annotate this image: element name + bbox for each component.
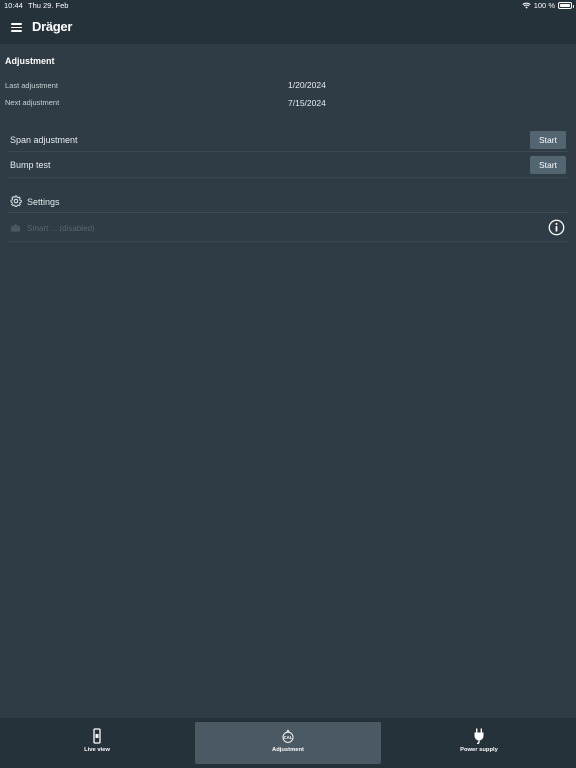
nav-adjustment-label: Adjustment	[272, 747, 304, 753]
page-title: Adjustment	[5, 56, 55, 66]
status-time: 10:44	[4, 1, 23, 10]
settings-header: Settings	[0, 193, 576, 211]
next-adjustment-label: Next adjustment	[5, 98, 60, 107]
divider	[8, 151, 568, 152]
nav-live-view[interactable]: Live view	[4, 722, 190, 764]
bump-test-start-button[interactable]: Start	[530, 156, 566, 174]
last-adjustment-value: 1/20/2024	[288, 80, 326, 90]
disabled-option-label: Smart ... (disabled)	[27, 224, 95, 233]
svg-text:CAL: CAL	[284, 735, 293, 740]
next-adjustment-value: 7/15/2024	[288, 98, 326, 108]
battery-icon	[558, 2, 574, 9]
span-adjustment-start-button[interactable]: Start	[530, 131, 566, 149]
span-adjustment-label: Span adjustment	[10, 135, 78, 145]
divider	[8, 212, 568, 213]
device-icon	[93, 728, 101, 744]
plug-icon	[474, 728, 484, 744]
wifi-icon	[522, 2, 531, 9]
app-bar: Dräger	[0, 12, 576, 44]
option-icon	[10, 223, 21, 232]
nav-power-supply-label: Power supply	[460, 747, 498, 753]
bump-test-row: Bump test Start	[0, 154, 576, 178]
gear-icon	[10, 195, 22, 207]
battery-percent: 100 %	[533, 1, 555, 10]
bottom-navigation: Live view CAL Adjustment Power supply	[0, 718, 576, 768]
menu-icon[interactable]	[11, 23, 22, 32]
disabled-option-row: Smart ... (disabled)	[0, 216, 576, 240]
cal-icon: CAL	[282, 729, 294, 743]
nav-power-supply[interactable]: Power supply	[386, 722, 572, 764]
info-icon[interactable]	[548, 219, 565, 236]
settings-label: Settings	[27, 197, 60, 207]
divider	[8, 177, 568, 178]
status-date: Thu 29. Feb	[28, 1, 69, 10]
brand-logo: Dräger	[32, 19, 73, 34]
span-adjustment-row: Span adjustment Start	[0, 129, 576, 153]
divider	[8, 241, 568, 242]
status-bar: 10:44 Thu 29. Feb 100 %	[0, 0, 576, 12]
last-adjustment-label: Last adjustment	[5, 81, 58, 90]
nav-adjustment[interactable]: CAL Adjustment	[195, 722, 381, 764]
bump-test-label: Bump test	[10, 160, 51, 170]
nav-live-view-label: Live view	[84, 747, 110, 753]
status-right: 100 %	[522, 1, 574, 10]
